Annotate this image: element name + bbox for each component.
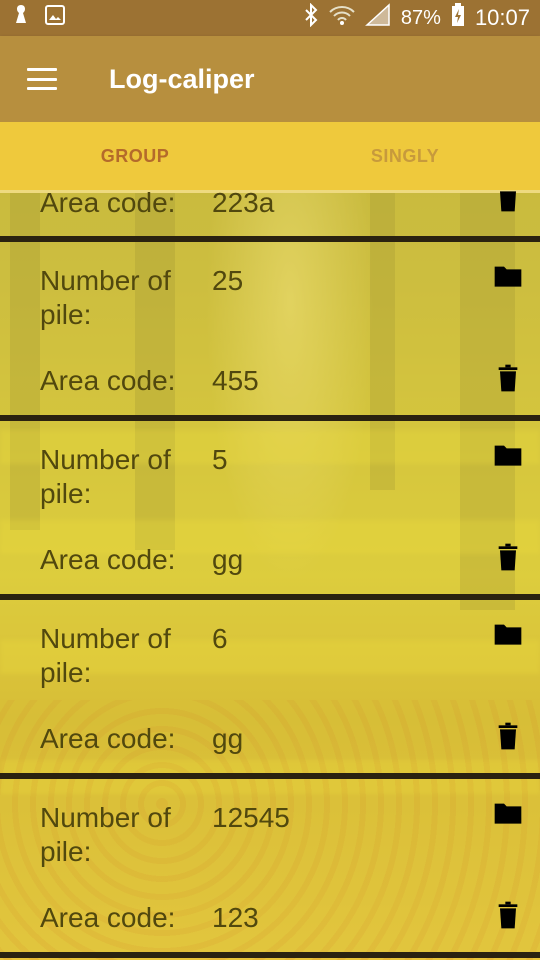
list-item[interactable]: Number of pile: 12545 Area code: 123: [0, 779, 540, 952]
list-item[interactable]: Number of pile: 6 Area code: gg: [0, 600, 540, 773]
folder-icon[interactable]: [492, 439, 524, 471]
gallery-icon: [44, 4, 66, 32]
list-item[interactable]: Number of pile: 5 Area code: gg: [0, 421, 540, 594]
pile-list[interactable]: Area code: 223a Number of pile: 25 Area …: [0, 190, 540, 960]
trash-icon[interactable]: [492, 190, 524, 214]
pile-number-value: 12545: [212, 802, 290, 833]
notification-icon: [12, 3, 30, 33]
area-code-label: Area code:: [40, 190, 176, 218]
signal-icon: [364, 3, 391, 33]
pile-number-label: Number of pile:: [40, 265, 171, 330]
area-code-label: Area code:: [40, 365, 176, 396]
area-code-value: 123: [212, 902, 259, 933]
tab-group[interactable]: GROUP: [0, 122, 270, 190]
trash-icon[interactable]: [492, 362, 524, 394]
pile-number-label: Number of pile:: [40, 623, 171, 688]
menu-icon[interactable]: [27, 68, 57, 90]
battery-charging-icon: [451, 3, 465, 33]
folder-icon[interactable]: [492, 618, 524, 650]
pile-number-label: Number of pile:: [40, 802, 171, 867]
wifi-icon: [329, 4, 355, 32]
pile-number-value: 25: [212, 265, 244, 296]
trash-icon[interactable]: [492, 541, 524, 573]
status-bar: 87% 10:07: [0, 0, 540, 36]
area-code-value: gg: [212, 723, 244, 754]
area-code-value: 223a: [212, 190, 275, 218]
bluetooth-icon: [303, 2, 319, 33]
clock: 10:07: [474, 5, 530, 30]
list-item[interactable]: Number of pile: 25 Area code: 455: [0, 242, 540, 415]
folder-icon[interactable]: [492, 260, 524, 292]
list-item: Area code: 223a: [0, 190, 540, 236]
area-code-label: Area code:: [40, 723, 176, 754]
tab-singly[interactable]: SINGLY: [270, 122, 540, 190]
trash-icon[interactable]: [492, 720, 524, 752]
trash-icon[interactable]: [492, 899, 524, 931]
area-code-label: Area code:: [40, 544, 176, 575]
pile-number-label: Number of pile:: [40, 444, 171, 509]
folder-icon[interactable]: [492, 797, 524, 829]
pile-number-value: 6: [212, 623, 228, 654]
area-code-value: 455: [212, 365, 259, 396]
tab-bar: GROUP SINGLY: [0, 122, 540, 193]
battery-percent: 87%: [400, 6, 441, 29]
app-title: Log-caliper: [109, 63, 255, 94]
area-code-label: Area code:: [40, 902, 176, 933]
pile-number-value: 5: [212, 444, 228, 475]
area-code-value: gg: [212, 544, 244, 575]
app-bar: Log-caliper: [0, 36, 540, 122]
